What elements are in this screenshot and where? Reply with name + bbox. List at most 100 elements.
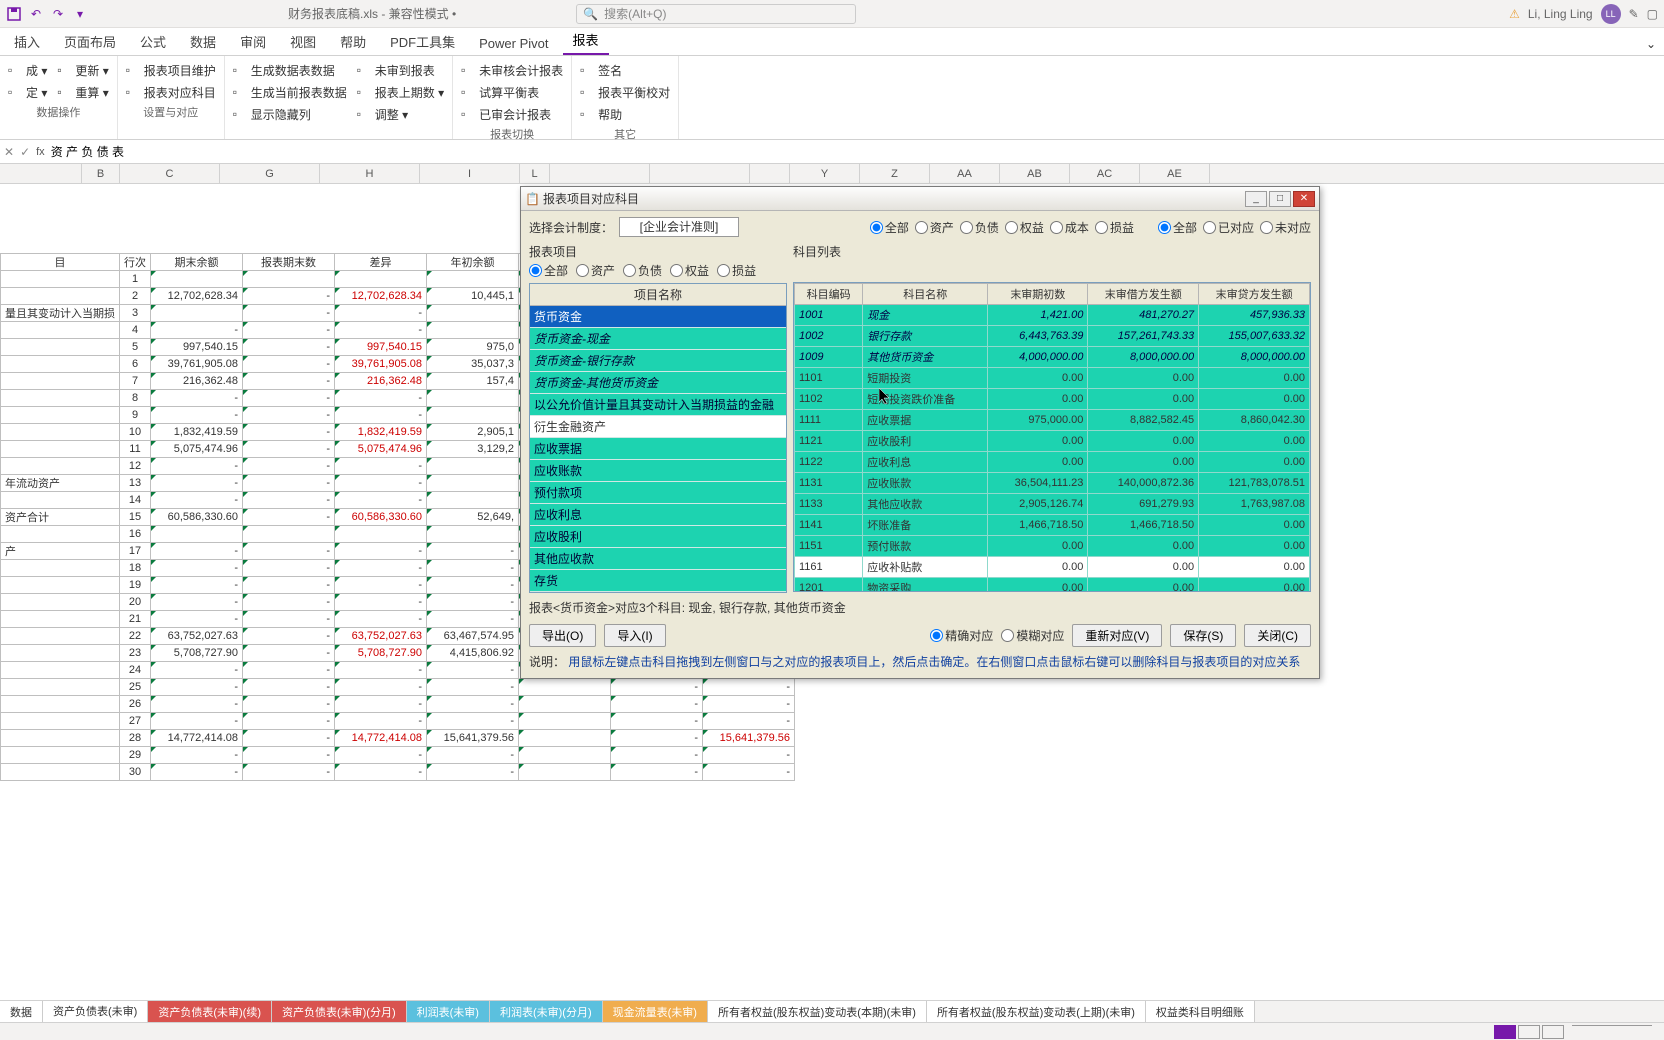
avatar[interactable]: LL xyxy=(1601,4,1621,24)
table-header[interactable]: 期末余额 xyxy=(151,254,243,271)
cell[interactable] xyxy=(427,305,519,322)
accounting-system-select[interactable]: [企业会计准则] xyxy=(619,217,739,237)
cell[interactable]: 60,586,330.60 xyxy=(151,509,243,526)
row-label[interactable] xyxy=(1,696,120,713)
cell[interactable] xyxy=(427,390,519,407)
row-label[interactable] xyxy=(1,339,120,356)
sheet-tab[interactable]: 资产负债表(未审) xyxy=(43,1000,148,1022)
table-header[interactable]: 行次 xyxy=(120,254,151,271)
col-header[interactable]: Y xyxy=(790,164,860,183)
cell[interactable]: 457,936.33 xyxy=(1199,305,1310,326)
cell[interactable]: 应收账款 xyxy=(863,473,988,494)
cell[interactable] xyxy=(243,526,335,543)
col-header[interactable]: G xyxy=(220,164,320,183)
row-num[interactable]: 27 xyxy=(120,713,151,730)
cell[interactable]: - xyxy=(151,713,243,730)
row-label[interactable] xyxy=(1,492,120,509)
table-header[interactable]: 差异 xyxy=(335,254,427,271)
cell[interactable]: 4,415,806.92 xyxy=(427,645,519,662)
radio-r-mapped[interactable]: 已对应 xyxy=(1203,219,1254,236)
cell[interactable]: - xyxy=(335,611,427,628)
cell[interactable]: 短期投资跌价准备 xyxy=(863,389,988,410)
ribbon-item[interactable]: ▫显示隐藏列 xyxy=(233,104,347,124)
cell[interactable] xyxy=(519,679,611,696)
cell[interactable]: - xyxy=(427,577,519,594)
ribbon-item[interactable]: ▫生成当前报表数据 xyxy=(233,82,347,102)
cell[interactable]: 10,445,1 xyxy=(427,288,519,305)
cell[interactable]: - xyxy=(151,594,243,611)
cell[interactable]: 0.00 xyxy=(988,557,1088,578)
cell[interactable]: 物资采购 xyxy=(863,578,988,593)
cell[interactable]: 0.00 xyxy=(1199,389,1310,410)
tab-视图[interactable]: 视图 xyxy=(280,28,326,55)
cell[interactable]: - xyxy=(335,407,427,424)
row-label[interactable] xyxy=(1,424,120,441)
cancel-icon[interactable]: ✕ xyxy=(4,145,14,159)
cell[interactable]: 481,270.27 xyxy=(1088,305,1199,326)
ribbon-item[interactable]: ▫更新 ▾ xyxy=(57,60,108,80)
cell[interactable]: - xyxy=(243,764,335,781)
cell[interactable]: 39,761,905.08 xyxy=(151,356,243,373)
cell[interactable]: 短期投资 xyxy=(863,368,988,389)
cell[interactable]: 1111 xyxy=(795,410,863,431)
cell[interactable]: 1,763,987.08 xyxy=(1199,494,1310,515)
cell[interactable] xyxy=(427,492,519,509)
sheet-tab[interactable]: 利润表(未审)(分月) xyxy=(490,1001,603,1023)
cell[interactable]: 0.00 xyxy=(1088,557,1199,578)
cell[interactable]: - xyxy=(243,594,335,611)
cell[interactable]: - xyxy=(335,679,427,696)
cell[interactable]: - xyxy=(151,679,243,696)
ribbon-item[interactable]: ▫已审会计报表 xyxy=(461,104,563,124)
radio-liability[interactable]: 负债 xyxy=(960,219,999,236)
cell[interactable]: - xyxy=(335,475,427,492)
sheet-tab[interactable]: 资产负债表(未审)(分月) xyxy=(272,1001,407,1023)
radio-pl[interactable]: 损益 xyxy=(1095,219,1134,236)
cell[interactable]: - xyxy=(427,696,519,713)
list-item[interactable]: 货币资金-现金 xyxy=(530,328,786,350)
tab-PDF工具集[interactable]: PDF工具集 xyxy=(380,28,465,55)
col-header[interactable]: Z xyxy=(860,164,930,183)
row-label[interactable] xyxy=(1,611,120,628)
account-list[interactable]: 科目编码科目名称末审期初数末审借方发生额末审贷方发生额1001现金1,421.0… xyxy=(793,282,1311,592)
tab-Power Pivot[interactable]: Power Pivot xyxy=(469,32,558,55)
cell[interactable]: - xyxy=(243,713,335,730)
search-box[interactable]: 🔍 搜索(Alt+Q) xyxy=(576,4,856,24)
cell[interactable]: - xyxy=(151,390,243,407)
tab-页面布局[interactable]: 页面布局 xyxy=(54,28,126,55)
cell[interactable]: 0.00 xyxy=(988,368,1088,389)
minimize-button[interactable]: _ xyxy=(1245,191,1267,207)
cell[interactable]: - xyxy=(611,747,703,764)
list-item[interactable]: 货币资金 xyxy=(530,306,786,328)
row-label[interactable] xyxy=(1,322,120,339)
box-icon[interactable]: ▢ xyxy=(1647,7,1658,21)
cell[interactable]: - xyxy=(243,441,335,458)
radio-exact[interactable]: 精确对应 xyxy=(930,627,993,644)
cell[interactable]: 1161 xyxy=(795,557,863,578)
cell[interactable]: - xyxy=(151,475,243,492)
row-label[interactable] xyxy=(1,730,120,747)
cell[interactable]: - xyxy=(151,407,243,424)
cell[interactable]: 691,279.93 xyxy=(1088,494,1199,515)
cell[interactable]: - xyxy=(427,764,519,781)
row-num[interactable]: 26 xyxy=(120,696,151,713)
cell[interactable]: 1,421.00 xyxy=(988,305,1088,326)
cell[interactable]: - xyxy=(427,662,519,679)
col-header[interactable]: I xyxy=(420,164,520,183)
cell[interactable]: - xyxy=(243,662,335,679)
ribbon-item[interactable]: ▫未审到报表 xyxy=(357,60,444,80)
ribbon-item[interactable]: ▫重算 ▾ xyxy=(57,82,108,102)
cell[interactable]: 12,702,628.34 xyxy=(151,288,243,305)
cell[interactable]: 0.00 xyxy=(1088,578,1199,593)
cell[interactable]: 应收票据 xyxy=(863,410,988,431)
ribbon-item[interactable]: ▫未审核会计报表 xyxy=(461,60,563,80)
ribbon-item[interactable]: ▫定 ▾ xyxy=(8,82,47,102)
row-num[interactable]: 11 xyxy=(120,441,151,458)
cell[interactable]: 36,504,111.23 xyxy=(988,473,1088,494)
cell[interactable]: 1201 xyxy=(795,578,863,593)
dialog-titlebar[interactable]: 📋 报表项目对应科目 _ □ ✕ xyxy=(521,187,1319,211)
cell[interactable]: 8,882,582.45 xyxy=(1088,410,1199,431)
ribbon-item[interactable]: ▫调整 ▾ xyxy=(357,104,444,124)
cell[interactable]: - xyxy=(611,696,703,713)
cell[interactable]: - xyxy=(243,611,335,628)
cell[interactable]: 应收补贴款 xyxy=(863,557,988,578)
